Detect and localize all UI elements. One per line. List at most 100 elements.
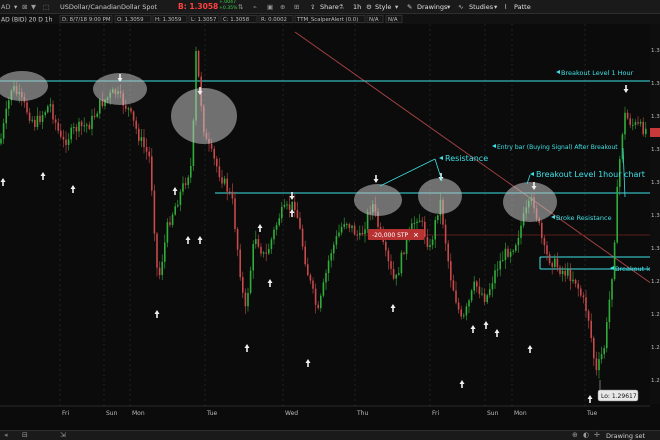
chart-settings-icon[interactable]: ⊠ bbox=[22, 2, 27, 12]
candle-body bbox=[546, 245, 548, 255]
stop-order-close-icon[interactable]: ✕ bbox=[413, 232, 419, 240]
dropdown-icon[interactable]: ▾ bbox=[14, 2, 17, 12]
candle-body bbox=[338, 232, 340, 237]
drawing-set-icon[interactable]: ◐ bbox=[583, 431, 589, 439]
patterns-button[interactable]: Patte bbox=[514, 2, 531, 12]
candle-body bbox=[626, 112, 629, 119]
candle-body bbox=[335, 236, 338, 245]
candle-body bbox=[395, 274, 397, 279]
pin-icon[interactable]: ⊕ bbox=[280, 2, 285, 12]
candle-body bbox=[161, 261, 163, 276]
buy-arrow-stem bbox=[187, 240, 189, 244]
candle-body bbox=[429, 245, 431, 248]
buy-arrow-icon bbox=[172, 187, 178, 191]
quick-trade-icon[interactable]: ⇅ bbox=[238, 2, 243, 12]
candle-body bbox=[465, 306, 468, 316]
candle-body bbox=[132, 111, 135, 121]
price-scale[interactable]: 1.3 1.3 1.3 1.3 1.3 1.3 1.3 1.2 1.2 1.2 1.2 bbox=[650, 24, 660, 404]
studies-icon[interactable]: ∿ bbox=[458, 2, 463, 12]
symbol-field[interactable]: AD bbox=[1, 2, 10, 12]
candle-body bbox=[255, 239, 257, 245]
candle-body bbox=[431, 239, 434, 246]
candle-body bbox=[567, 269, 569, 276]
candle-body bbox=[299, 217, 301, 229]
candle-body bbox=[463, 315, 465, 317]
candle-body bbox=[262, 252, 265, 254]
bid-price: B: 1.3058 bbox=[178, 2, 219, 11]
studies-chevron-icon[interactable]: ▾ bbox=[494, 2, 497, 12]
candle-body bbox=[548, 254, 551, 264]
pointer-line bbox=[434, 158, 443, 182]
candle-body bbox=[624, 112, 626, 135]
candle-body bbox=[509, 251, 512, 257]
candle-body bbox=[325, 272, 327, 283]
buy-arrow-icon bbox=[483, 321, 489, 325]
chart-menu-icon[interactable]: ▼ bbox=[31, 2, 36, 12]
price-chart[interactable]: AD (BID) 20 D 1h D: 8/7/18 9:00 PM O: 1.… bbox=[0, 14, 660, 430]
candle-body bbox=[252, 244, 254, 271]
style-chevron-icon[interactable]: ▾ bbox=[395, 2, 398, 12]
drawings-button[interactable]: Drawings bbox=[417, 2, 447, 12]
price-scale-label: 1.3 bbox=[651, 180, 660, 186]
sell-arrow-stem bbox=[533, 182, 535, 186]
patterns-icon[interactable]: ⌇ bbox=[504, 2, 507, 12]
share-button[interactable]: Share bbox=[320, 2, 339, 12]
candle-body bbox=[226, 178, 228, 192]
candle-body bbox=[364, 229, 366, 235]
lock-icon[interactable]: ▣ bbox=[267, 2, 273, 12]
drawings-icon[interactable]: ✎ bbox=[407, 2, 412, 12]
drawing-set-button[interactable]: Drawing set bbox=[606, 432, 645, 440]
candle-body bbox=[608, 299, 611, 323]
candle-body bbox=[541, 222, 543, 239]
candle-body bbox=[247, 292, 249, 307]
candle-body bbox=[169, 222, 171, 225]
candle-body bbox=[223, 178, 226, 184]
candle-body bbox=[249, 270, 252, 293]
candle-body bbox=[564, 270, 566, 276]
candle-body bbox=[143, 137, 145, 147]
timeframe-button[interactable]: 1h bbox=[353, 2, 361, 12]
studies-button[interactable]: Studies bbox=[469, 2, 493, 12]
flask-icon[interactable]: ⚗ bbox=[338, 2, 344, 12]
candle-body bbox=[317, 304, 319, 309]
alert-icon[interactable]: ⌁ bbox=[253, 2, 257, 12]
stop-order-label[interactable]: -20,000 STP ✕ bbox=[368, 229, 424, 240]
candle-body bbox=[322, 282, 325, 296]
scroll-left-icon[interactable]: ◂ bbox=[4, 431, 8, 439]
style-button[interactable]: Style bbox=[375, 2, 391, 12]
annotation-broke-resistance: Broke Resistance bbox=[556, 214, 612, 222]
buy-arrow-stem bbox=[589, 399, 591, 403]
buy-arrow-icon bbox=[244, 344, 250, 348]
annotation-marker bbox=[556, 70, 560, 74]
candle-body bbox=[320, 295, 322, 309]
buy-arrow-stem bbox=[392, 308, 394, 312]
symbol-link-icon[interactable]: ⬚ bbox=[43, 2, 49, 12]
buy-arrow-stem bbox=[199, 240, 201, 244]
buy-arrow-icon bbox=[587, 395, 593, 399]
candle-body bbox=[517, 237, 520, 246]
grid-icon[interactable]: ⊞ bbox=[294, 2, 299, 12]
zoom-icon[interactable]: ⊕ bbox=[572, 431, 578, 439]
candle-body bbox=[130, 108, 132, 112]
time-axis[interactable]: Fri Sun Mon Tue Wed Thu Fri Sun Mon Tue bbox=[0, 405, 650, 417]
expand-icon[interactable]: ⇲ bbox=[60, 431, 66, 439]
candle-body bbox=[44, 112, 46, 116]
sell-arrow-stem bbox=[375, 175, 377, 179]
style-icon[interactable]: ⚙ bbox=[366, 2, 372, 12]
drawings-chevron-icon[interactable]: ▾ bbox=[447, 2, 450, 12]
share-icon[interactable]: ⇪ bbox=[310, 2, 315, 12]
zoom-out-icon[interactable]: ⊟ bbox=[22, 431, 28, 439]
candle-body bbox=[632, 124, 634, 126]
candle-body bbox=[57, 122, 59, 131]
candle-body bbox=[403, 252, 405, 254]
crosshair-icon[interactable]: ✛ bbox=[594, 431, 600, 439]
buy-arrow-stem bbox=[291, 213, 293, 217]
last-price-tag bbox=[650, 128, 660, 137]
candle-body bbox=[62, 136, 65, 140]
candle-body bbox=[616, 186, 618, 243]
candle-body bbox=[242, 277, 244, 293]
candle-body bbox=[80, 121, 83, 127]
candle-body bbox=[507, 248, 509, 257]
candle-body bbox=[47, 106, 49, 113]
sell-arrow-stem bbox=[119, 74, 121, 78]
